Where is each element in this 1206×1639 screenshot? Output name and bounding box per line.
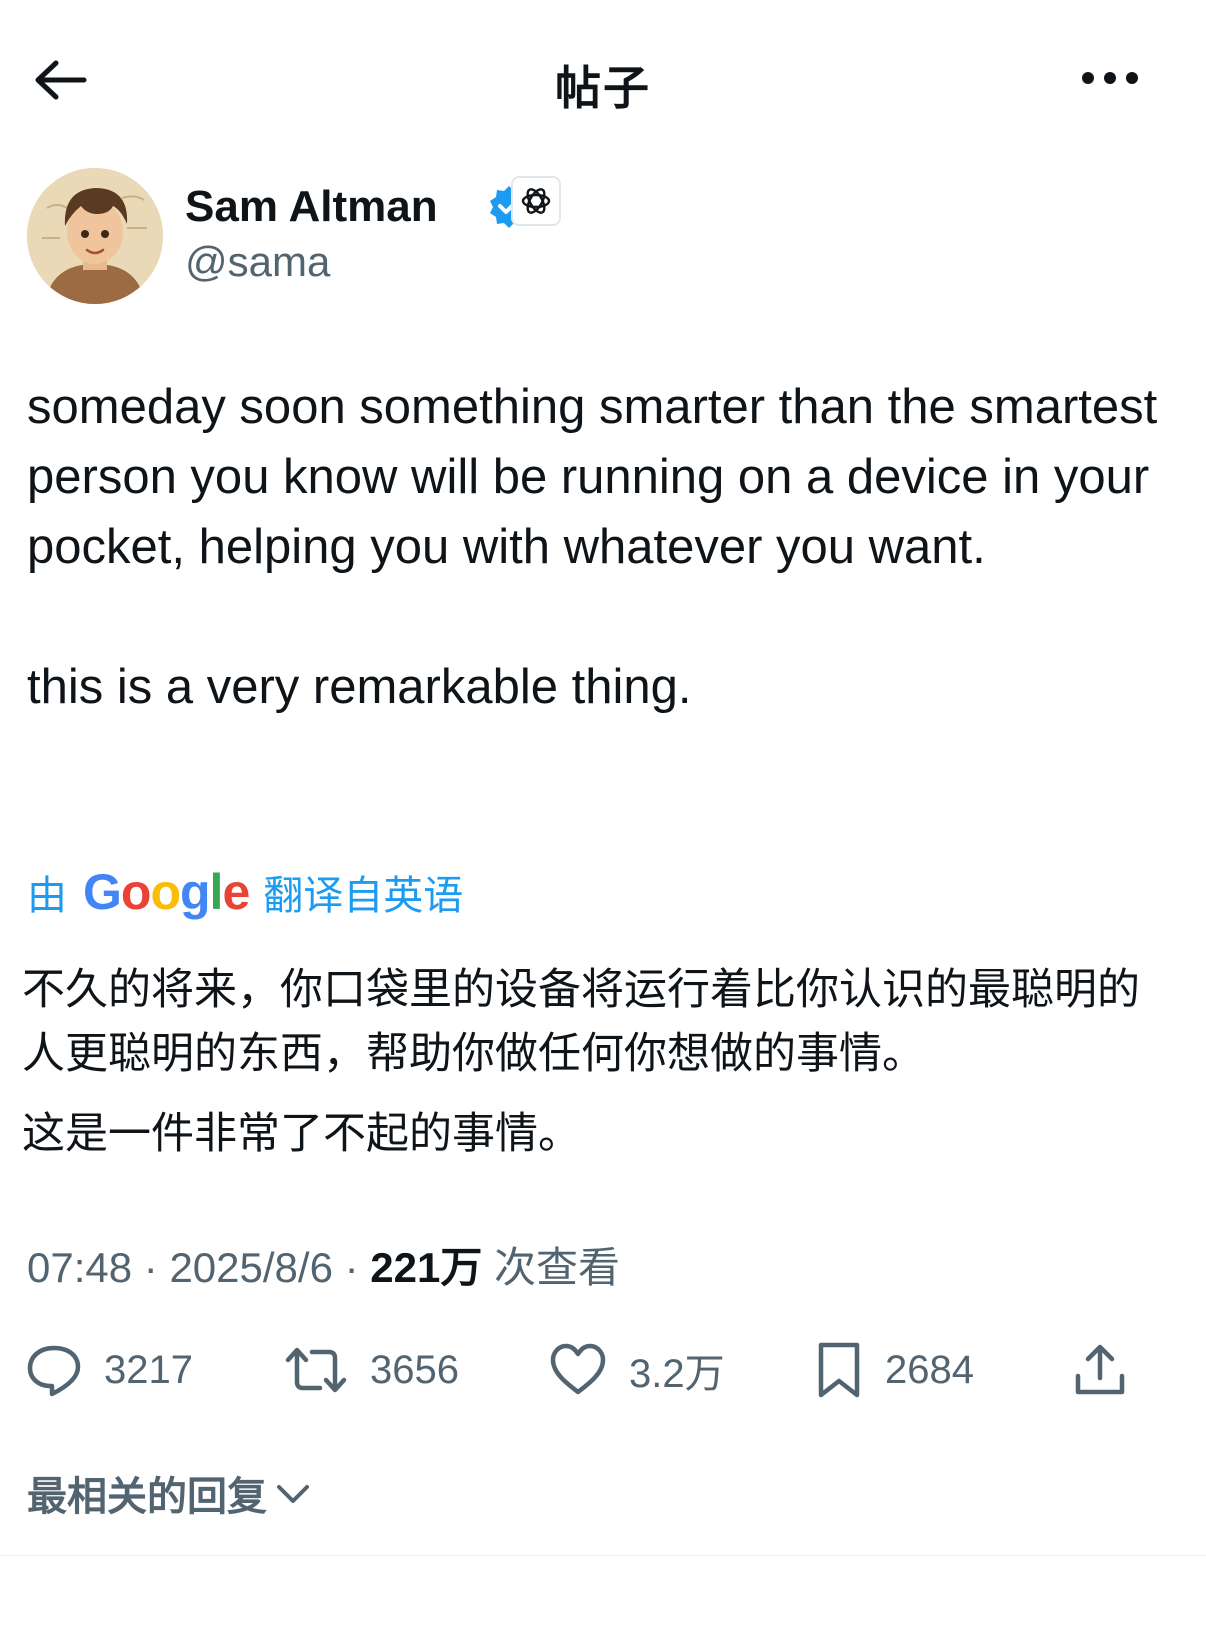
translated-paragraph: 这是一件非常了不起的事情。 [22,1110,581,1158]
more-horizontal-icon [1082,72,1138,84]
repost-button[interactable]: 3656 [284,1330,459,1410]
translation-prefix: 由 [27,874,67,918]
like-button[interactable]: 3.2万 [549,1330,725,1410]
affiliation-badge[interactable] [511,176,561,226]
google-logo: Google [83,864,250,920]
chevron-down-icon [277,1485,309,1503]
avatar-image [27,168,163,304]
post-date: 2025/8/6 [169,1244,333,1291]
more-options-button[interactable] [1080,63,1150,93]
post-detail-page: 帖子 Sam Altman @sama someday soon somethi… [0,0,1206,1639]
openai-logo-icon [521,188,551,214]
reply-button[interactable]: 3217 [26,1330,193,1410]
bookmark-count: 2684 [885,1347,974,1392]
post-paragraph: this is a very remarkable thing. [27,660,692,714]
author-name[interactable]: Sam Altman [185,182,438,232]
post-paragraph: someday soon something smarter than the … [27,380,1158,574]
author-header: Sam Altman @sama [27,168,1177,308]
reply-count: 3217 [104,1347,193,1392]
repost-icon [285,1347,347,1393]
replies-sort-dropdown[interactable]: 最相关的回复 [27,1464,313,1522]
heart-icon [550,1343,606,1395]
author-handle[interactable]: @sama [185,238,330,286]
post-body: someday soon something smarter than the … [27,372,1177,722]
share-button[interactable] [1072,1330,1128,1410]
translation-suffix: 翻译自英语 [263,874,464,918]
translated-body: 不久的将来，你口袋里的设备将运行着比你认识的最聪明的人更聪明的东西，帮助你做任何… [22,958,1182,1166]
share-icon [1075,1344,1125,1395]
post-time: 07:48 [27,1244,133,1291]
views-label: 次查看 [494,1244,621,1291]
views-count[interactable]: 221万 [370,1244,482,1291]
top-bar: 帖子 [0,0,1206,160]
translation-attribution[interactable]: 由 Google 翻译自英语 [27,862,463,922]
like-count: 3.2万 [629,1352,725,1396]
post-meta: 07:48 · 2025/8/6 · 221万 次查看 [27,1234,620,1295]
meta-separator: · [143,1244,158,1291]
avatar[interactable] [27,168,163,304]
page-title: 帖子 [555,62,651,114]
bookmark-button[interactable]: 2684 [815,1330,974,1410]
divider [0,1555,1206,1556]
bookmark-icon [818,1342,860,1398]
reply-icon [27,1345,81,1397]
meta-separator: · [344,1244,359,1291]
action-bar: 3217 3656 3.2万 2684 [0,1330,1206,1410]
repost-count: 3656 [370,1347,459,1392]
replies-sort-label: 最相关的回复 [27,1475,267,1519]
translated-paragraph: 不久的将来，你口袋里的设备将运行着比你认识的最聪明的人更聪明的东西，帮助你做任何… [22,966,1140,1078]
